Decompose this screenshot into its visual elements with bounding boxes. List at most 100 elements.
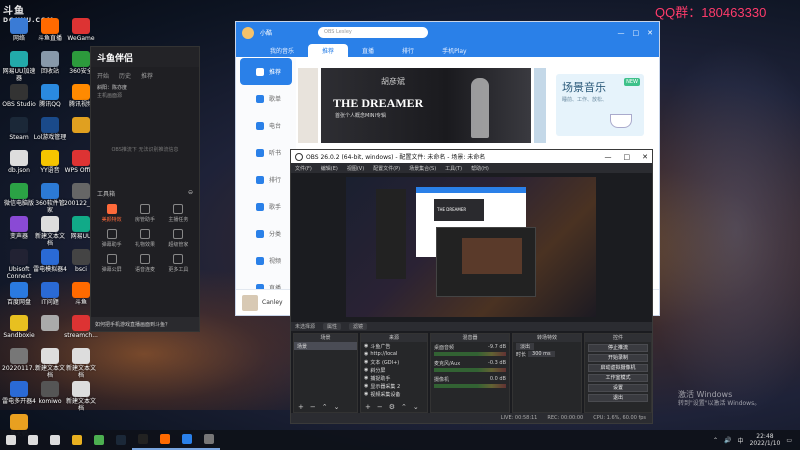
desktop-icon[interactable]: 网络 [2,18,36,42]
sidebar-item[interactable]: 听书 [236,139,296,166]
add-source-icon[interactable]: + [365,403,371,411]
source-item[interactable]: ◉ 显示器采集 2 [361,382,427,390]
search-input[interactable]: OBS Lesley [318,27,429,38]
source-item[interactable]: ◉ 斜分屏 [361,366,427,374]
volume-icon[interactable]: 🔊 [724,437,731,444]
task-view-icon[interactable] [44,430,66,450]
volume-slider[interactable] [434,352,506,356]
desktop-icon[interactable]: OBS Studio [2,84,36,108]
eye-icon[interactable]: ◉ [364,343,368,349]
kugou-nav-tab[interactable]: 直播 [348,44,388,57]
desktop-icon[interactable]: komiwo [33,381,67,405]
toolbox-item[interactable]: 更多工具 [164,254,193,273]
add-icon[interactable]: + [298,403,304,411]
sidebar-item[interactable]: 视频 [236,247,296,274]
source-item[interactable]: ◉ 文本 (GDI+) [361,358,427,366]
desktop-icon[interactable]: 20220117... [2,348,38,372]
control-button[interactable]: 停止推流 [588,344,648,352]
chevron-up-icon[interactable]: ⌃ [713,437,718,444]
avatar[interactable] [242,26,254,39]
toolbox-item[interactable]: 主播任务 [164,204,193,223]
source-item[interactable]: ◉ 捕捉助手 [361,374,427,382]
volume-slider[interactable] [434,368,506,372]
start-icon[interactable] [0,430,22,450]
obs-minimize-icon[interactable]: — [605,153,612,161]
properties-tab[interactable]: 属性 [323,323,342,330]
obs-menu-item[interactable]: 配置文件(P) [373,165,400,172]
obs-preview[interactable]: THE DREAMER [346,177,596,317]
desktop-icon[interactable]: 网易UU加速器 [2,51,36,82]
user-name[interactable]: 小酷 [260,28,272,37]
banner-next[interactable] [534,68,546,143]
sidebar-item[interactable]: 推荐 [240,58,292,85]
down-icon[interactable]: ⌄ [334,403,340,411]
language-indicator[interactable]: 中 [738,436,744,445]
control-button[interactable]: 工作室模式 [588,374,648,382]
duration-input[interactable]: 300 ms [528,351,555,357]
file-explorer-icon[interactable] [66,430,88,450]
app-icon[interactable] [198,430,220,450]
desktop-icon[interactable]: Sandboxie [2,315,36,339]
sidebar-item[interactable]: 分类 [236,220,296,247]
control-button[interactable]: 退出 [588,394,648,402]
close-icon[interactable]: ✕ [647,29,653,37]
desktop-icon[interactable]: 斗鱼直播 [33,18,67,42]
up-icon[interactable]: ⌃ [322,403,328,411]
eye-icon[interactable]: ◉ [364,367,368,373]
desktop-icon[interactable]: YY语音 [33,150,67,174]
desktop-icon[interactable]: 百度网盘 [2,282,36,306]
desktop-icon[interactable]: 微信电脑版 [2,183,36,207]
desktop-icon[interactable]: 新建文本文档 [33,216,67,247]
toolbox-item[interactable]: 礼物效果 [130,229,159,248]
eye-icon[interactable]: ◉ [364,391,368,397]
douyu-icon[interactable] [154,430,176,450]
douyu-tab[interactable]: 开始 [97,71,109,80]
desktop-icon[interactable]: 腾讯QQ [33,84,67,108]
up-icon[interactable]: ⌃ [401,403,407,411]
obs-menu-item[interactable]: 文件(F) [295,165,312,172]
desktop-icon[interactable]: 雷电多开器4 [2,381,36,405]
gear-icon[interactable]: ⚙ [389,403,395,411]
desktop-icon[interactable]: 新建文本文档 [64,381,98,412]
douyu-tab[interactable]: 推荐 [141,71,153,80]
kugou-nav-tab[interactable]: 推荐 [308,44,349,57]
eye-icon[interactable]: ◉ [364,383,368,389]
desktop-icon[interactable]: Steam [2,117,36,141]
obs-menu-item[interactable]: 工具(T) [445,165,462,172]
obs-maximize-icon[interactable]: □ [624,153,631,161]
volume-slider[interactable] [434,384,506,388]
remove-source-icon[interactable]: − [377,403,383,411]
desktop-icon[interactable]: 回收站 [33,51,67,75]
obs-menu-item[interactable]: 帮助(H) [471,165,489,172]
control-button[interactable]: 开始录制 [588,354,648,362]
sidebar-item[interactable]: 排行 [236,166,296,193]
kugou-nav-tab[interactable]: 我的音乐 [256,44,308,57]
source-item[interactable]: ◉ http://local [361,350,427,358]
clock[interactable]: 22:48 2022/1/10 [750,433,781,447]
toolbox-more-icon[interactable]: ⊖ [188,189,193,198]
toolbox-item[interactable]: 语音连麦 [130,254,159,273]
obs-menu-item[interactable]: 编辑(E) [321,165,338,172]
minimize-icon[interactable]: — [618,29,625,37]
desktop-icon[interactable]: Ubisoft Connect [2,249,36,280]
toolbox-item[interactable]: 超级管家 [164,229,193,248]
control-button[interactable]: 设置 [588,384,648,392]
desktop-icon[interactable]: IT问题 [33,282,67,306]
control-button[interactable]: 启动虚拟摄像机 [588,364,648,372]
steam-icon[interactable] [110,430,132,450]
down-icon[interactable]: ⌄ [413,403,419,411]
desktop-icon[interactable]: 新建文本文档 [33,348,67,379]
desktop-icon[interactable]: 360软件管家 [33,183,67,214]
search-icon[interactable] [22,430,44,450]
chrome-icon[interactable] [88,430,110,450]
desktop-icon[interactable]: 雷电模拟器4 [33,249,67,273]
kugou-nav-tab[interactable]: 排行 [388,44,428,57]
scene-music-card[interactable]: 场景音乐 睡前、工作、放松、 NEW [556,74,644,136]
sidebar-item[interactable]: 电台 [236,112,296,139]
desktop-icon[interactable]: 变声器 [2,216,36,240]
sidebar-item[interactable]: 歌单 [236,85,296,112]
toolbox-item[interactable]: 美颜特效 [97,204,126,223]
eye-icon[interactable]: ◉ [364,359,368,365]
obs-close-icon[interactable]: ✕ [642,153,648,161]
sidebar-item[interactable]: 歌手 [236,193,296,220]
